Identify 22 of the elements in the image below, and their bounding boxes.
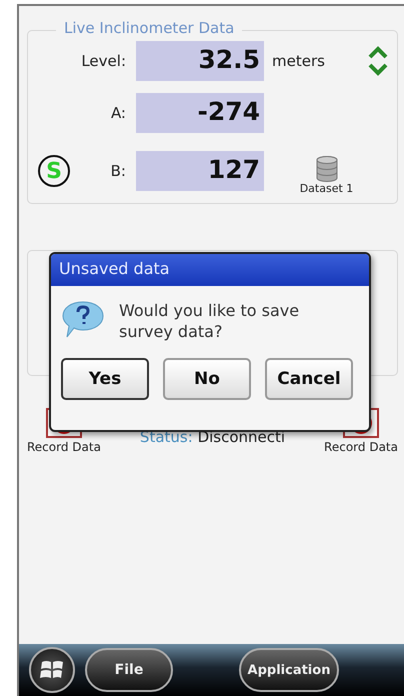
dialog-message: Would you like to save survey data?: [119, 300, 300, 342]
field-label: B:: [110, 162, 127, 180]
status-badge: S: [38, 155, 70, 187]
database-icon[interactable]: [316, 156, 338, 182]
windows-logo-icon: [40, 659, 64, 681]
file-menu-button[interactable]: File: [85, 648, 173, 692]
status-text: Status: Disconnecti: [140, 428, 286, 448]
dialog-button[interactable]: No: [163, 358, 251, 400]
value-field: 32.5: [136, 41, 264, 81]
value-field: 127: [136, 151, 264, 191]
start-button[interactable]: [29, 647, 75, 693]
application-menu-button[interactable]: Application: [239, 648, 339, 692]
up-down-chevron-icon[interactable]: [367, 45, 389, 77]
question-bubble-icon: [61, 300, 105, 340]
field-label: Level:: [80, 52, 127, 70]
dialog-button[interactable]: Yes: [61, 358, 149, 400]
field-label: A:: [110, 104, 127, 122]
dialog-title: Unsaved data: [51, 254, 369, 286]
dataset-label: Dataset 1: [300, 182, 354, 194]
value-field: -274: [136, 93, 264, 133]
unit-label: meters: [271, 52, 325, 70]
dialog-button[interactable]: Cancel: [265, 358, 353, 400]
